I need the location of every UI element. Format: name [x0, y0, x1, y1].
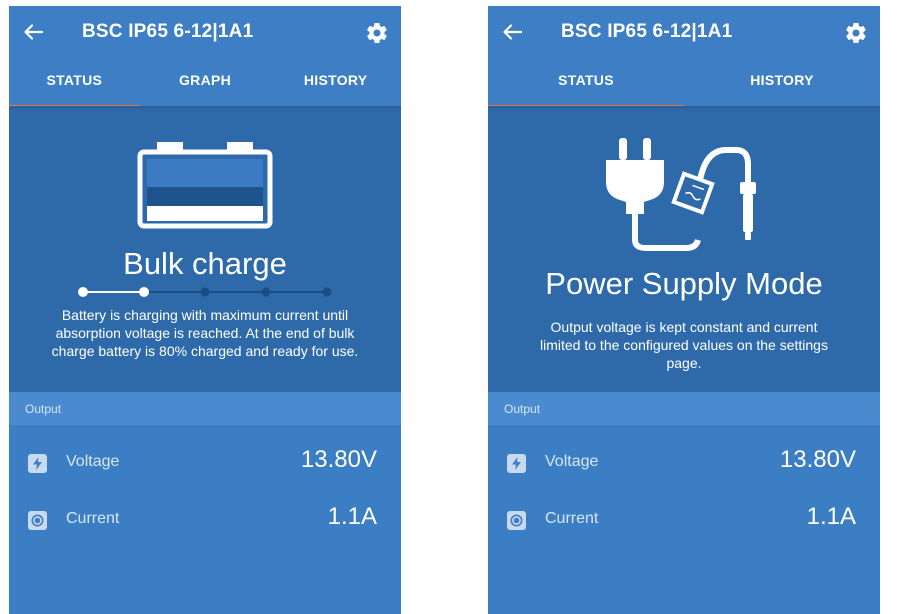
- battery-icon: [137, 142, 273, 229]
- power-plug-icon: [606, 138, 756, 251]
- voltage-label: Voltage: [545, 453, 599, 470]
- tab-status[interactable]: STATUS: [9, 58, 140, 108]
- progress-step-5: [322, 287, 332, 297]
- current-value: 1.1A: [327, 503, 377, 530]
- arrow-left-icon: [24, 24, 43, 40]
- charge-progress-indicator: [78, 287, 332, 297]
- device-title: BSC IP65 6-12|1A1: [82, 21, 254, 42]
- back-button[interactable]: [500, 20, 524, 44]
- arrow-left-icon: [503, 24, 522, 40]
- charge-state-title: Power Supply Mode: [545, 266, 823, 301]
- progress-step-3: [200, 287, 210, 297]
- progress-step-2: [139, 287, 149, 297]
- status-panel: Bulk charge Battery is charging with max…: [9, 106, 401, 392]
- current-icon: [28, 511, 47, 530]
- device-title: BSC IP65 6-12|1A1: [561, 21, 733, 42]
- progress-step-4: [261, 287, 271, 297]
- section-label: Output: [25, 402, 62, 416]
- lightning-icon: [28, 454, 47, 473]
- current-label: Current: [545, 510, 599, 527]
- voltage-row: Voltage 13.80V: [9, 446, 401, 486]
- app-header: BSC IP65 6-12|1A1: [488, 6, 880, 58]
- charger-app-screen-status: BSC IP65 6-12|1A1 STATUS GRAPH HISTORY B…: [9, 6, 401, 614]
- tab-status[interactable]: STATUS: [488, 58, 684, 108]
- current-icon: [507, 511, 526, 530]
- gear-icon: [367, 23, 387, 44]
- settings-button[interactable]: [365, 21, 389, 45]
- charge-state-description: Battery is charging with maximum current…: [51, 307, 359, 359]
- charger-app-screen-power-supply: BSC IP65 6-12|1A1 STATUS HISTORY Power S…: [488, 6, 880, 614]
- voltage-value: 13.80V: [779, 446, 856, 473]
- voltage-value: 13.80V: [300, 446, 377, 473]
- section-label: Output: [504, 402, 541, 416]
- settings-button[interactable]: [844, 21, 868, 45]
- tab-history[interactable]: HISTORY: [270, 58, 401, 106]
- voltage-row: Voltage 13.80V: [488, 446, 880, 486]
- current-label: Current: [66, 510, 120, 527]
- tab-shadow: [9, 106, 401, 110]
- tab-bar: STATUS GRAPH HISTORY: [9, 58, 401, 108]
- back-button[interactable]: [21, 20, 45, 44]
- voltage-label: Voltage: [66, 453, 120, 470]
- progress-step-1: [78, 287, 88, 297]
- lightning-icon: [507, 454, 526, 473]
- gear-icon: [846, 23, 866, 44]
- charge-state-description: Output voltage is kept constant and curr…: [540, 319, 828, 371]
- current-row: Current 1.1A: [9, 503, 401, 543]
- charge-state-title: Bulk charge: [123, 246, 287, 281]
- tab-bar: STATUS HISTORY: [488, 58, 880, 108]
- output-section-header: Output: [488, 392, 880, 425]
- tab-graph[interactable]: GRAPH: [140, 58, 271, 106]
- status-panel: Power Supply Mode Output voltage is kept…: [488, 106, 880, 392]
- current-row: Current 1.1A: [488, 503, 880, 543]
- current-value: 1.1A: [806, 503, 856, 530]
- tab-shadow: [488, 106, 880, 110]
- output-section-header: Output: [9, 392, 401, 425]
- tab-history[interactable]: HISTORY: [684, 58, 880, 106]
- app-header: BSC IP65 6-12|1A1: [9, 6, 401, 58]
